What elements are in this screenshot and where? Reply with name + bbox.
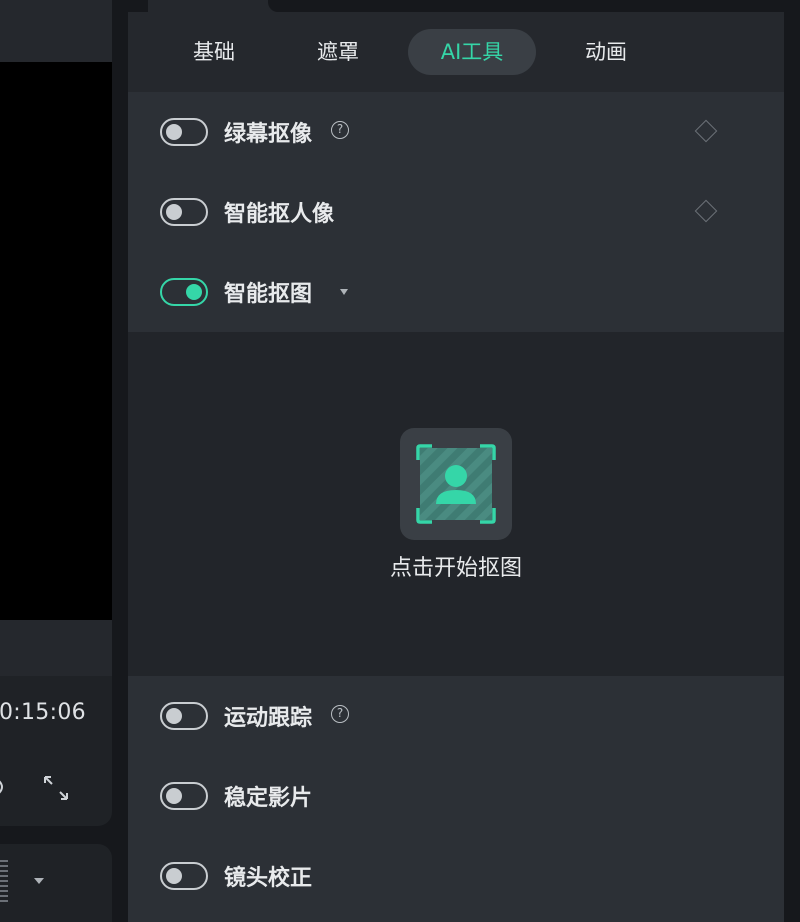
tab-animation[interactable]: 动画 bbox=[556, 29, 656, 75]
help-icon[interactable]: ? bbox=[331, 705, 349, 723]
panel-gap bbox=[128, 0, 148, 12]
tab-basic[interactable]: 基础 bbox=[164, 29, 264, 75]
ai-tools-list-bottom: 运动跟踪 ? 稳定影片 镜头校正 bbox=[128, 676, 784, 922]
portrait-cutout-label: 智能抠人像 bbox=[224, 202, 335, 227]
help-icon[interactable]: ? bbox=[331, 121, 349, 139]
preview-scrubber[interactable] bbox=[0, 620, 112, 676]
motion-tracking-toggle[interactable] bbox=[160, 702, 208, 730]
lens-correction-row: 镜头校正 bbox=[128, 836, 784, 916]
smart-cutout-label: 智能抠图 bbox=[224, 282, 313, 307]
keyframe-diamond-icon[interactable] bbox=[694, 199, 718, 223]
motion-tracking-label: 运动跟踪 bbox=[224, 706, 313, 731]
start-cutout-label: 点击开始抠图 bbox=[389, 556, 522, 581]
grip-icon[interactable] bbox=[0, 860, 8, 904]
tab-ai-tools[interactable]: AI工具 bbox=[408, 29, 536, 75]
playback-controls bbox=[0, 676, 112, 826]
preview-toolbar bbox=[0, 844, 112, 922]
fullscreen-icon[interactable] bbox=[42, 774, 70, 802]
preview-header bbox=[0, 0, 112, 62]
green-screen-row: 绿幕抠像 ? bbox=[128, 92, 784, 172]
panel-gap bbox=[268, 0, 784, 12]
preview-panel: 0:15:06 bbox=[0, 0, 112, 922]
portrait-cutout-row: 智能抠人像 bbox=[128, 172, 784, 252]
portrait-cutout-icon bbox=[416, 444, 496, 524]
green-screen-toggle[interactable] bbox=[160, 118, 208, 146]
start-cutout-button[interactable] bbox=[400, 428, 512, 540]
stabilization-row: 稳定影片 bbox=[128, 756, 784, 836]
tab-mask[interactable]: 遮罩 bbox=[288, 29, 388, 75]
smart-cutout-toggle[interactable] bbox=[160, 278, 208, 306]
dropdown-icon[interactable] bbox=[34, 878, 44, 884]
timecode-display: 0:15:06 bbox=[0, 700, 86, 725]
stabilization-toggle[interactable] bbox=[160, 782, 208, 810]
green-screen-label: 绿幕抠像 bbox=[224, 122, 313, 147]
keyframe-diamond-icon[interactable] bbox=[694, 119, 718, 143]
motion-tracking-row: 运动跟踪 ? bbox=[128, 676, 784, 756]
video-preview[interactable] bbox=[0, 62, 112, 620]
scrollbar-track[interactable] bbox=[784, 0, 800, 922]
ai-tools-list: 绿幕抠像 ? 智能抠人像 智能抠图 bbox=[128, 92, 784, 332]
smart-cutout-row: 智能抠图 bbox=[128, 252, 784, 332]
stabilization-label: 稳定影片 bbox=[224, 786, 313, 811]
panel-divider[interactable] bbox=[112, 0, 128, 922]
volume-icon[interactable] bbox=[0, 774, 12, 800]
property-tabs: 基础 遮罩 AI工具 动画 bbox=[128, 12, 784, 92]
lens-correction-label: 镜头校正 bbox=[224, 866, 313, 891]
lens-correction-toggle[interactable] bbox=[160, 862, 208, 890]
caret-down-icon[interactable] bbox=[340, 289, 348, 295]
portrait-cutout-toggle[interactable] bbox=[160, 198, 208, 226]
smart-cutout-panel: 点击开始抠图 bbox=[128, 332, 784, 676]
